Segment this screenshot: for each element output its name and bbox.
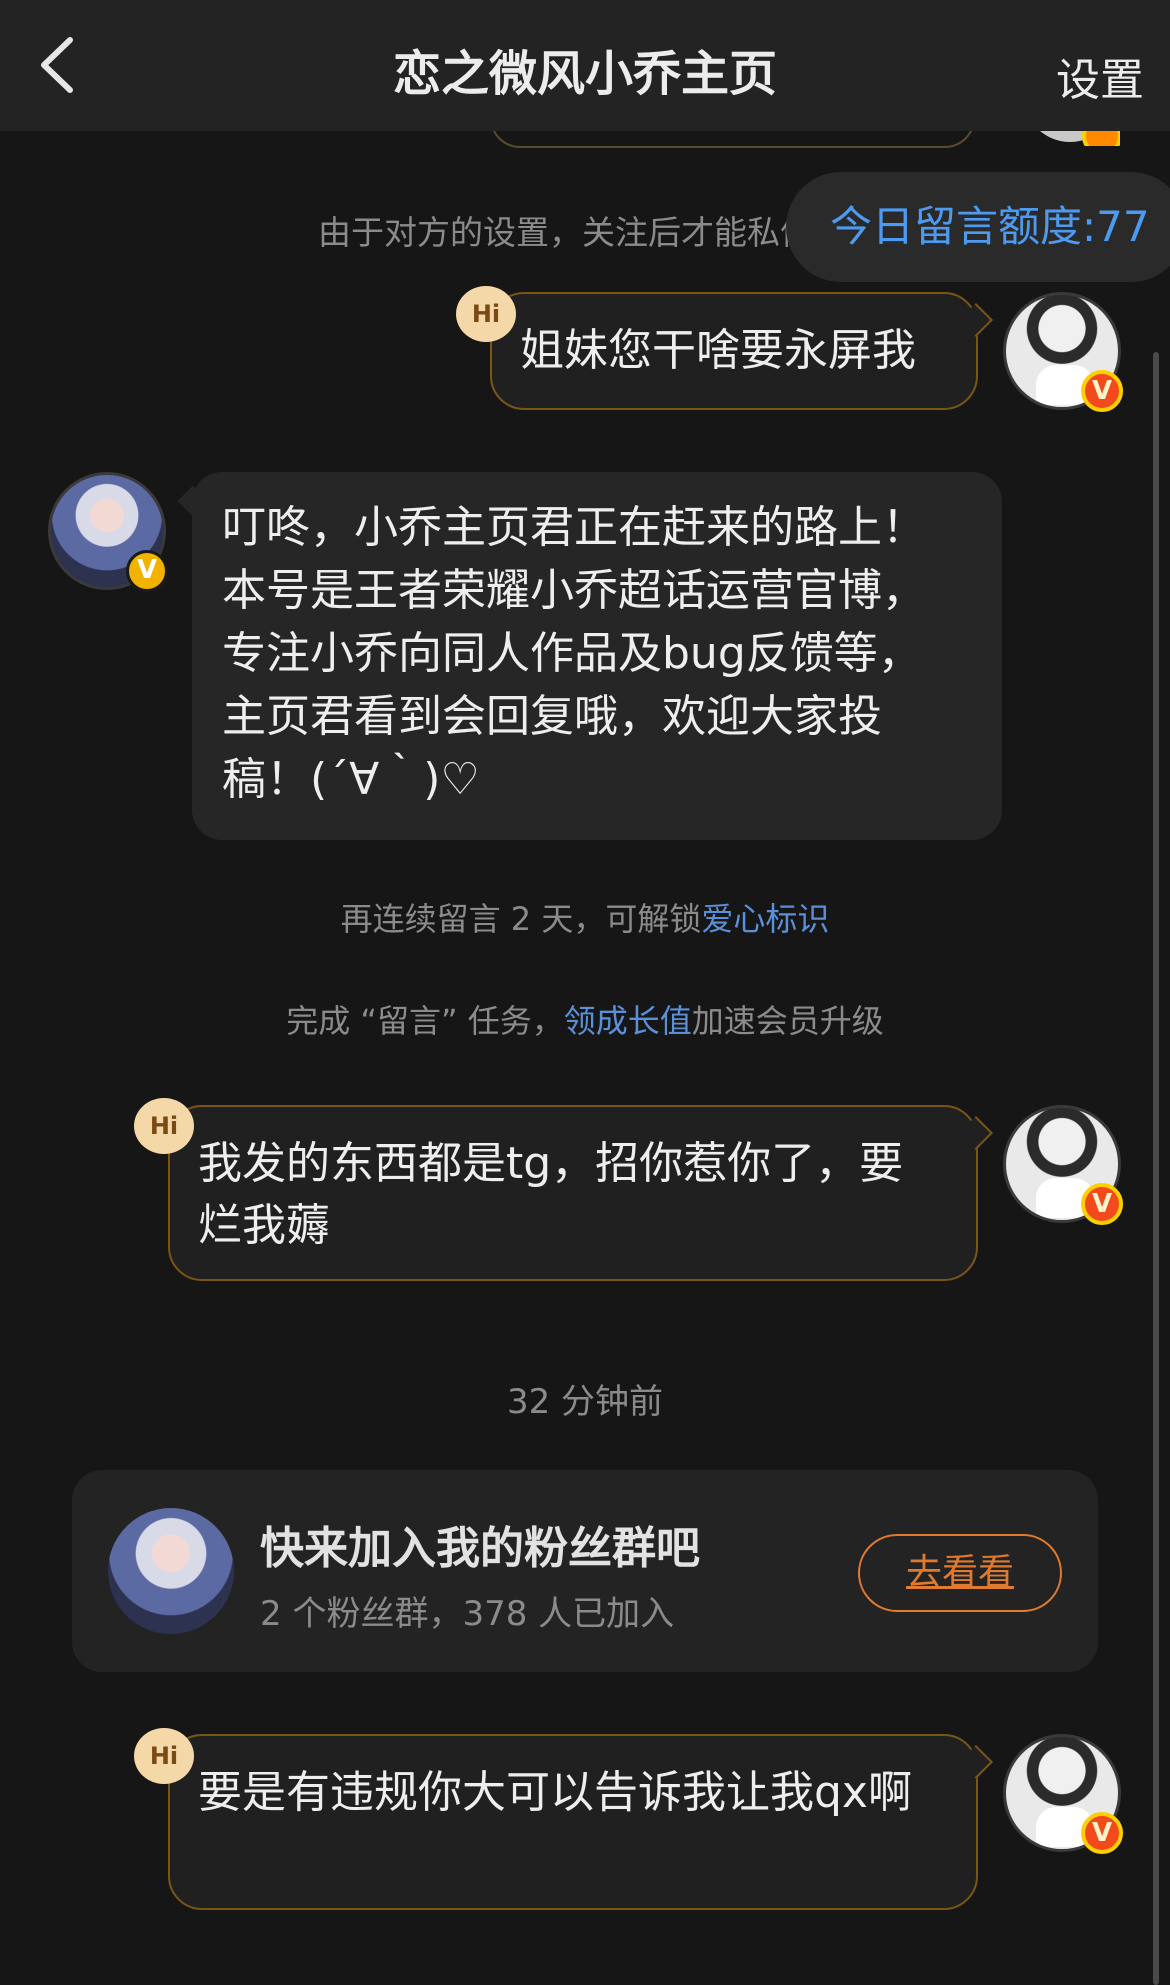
- top-navigation-bar: 恋之微风小乔主页 设置: [0, 0, 1170, 131]
- verified-badge-icon: V: [1081, 370, 1123, 412]
- growth-value-link[interactable]: 领成长值: [564, 1002, 692, 1040]
- fan-group-subtitle: 2 个粉丝群，378 人已加入: [260, 1594, 675, 1634]
- message-text: 要是有违规你大可以告诉我让我qx啊: [198, 1767, 912, 1818]
- hi-sticker-icon: Hi: [134, 1728, 194, 1784]
- sent-message-bubble[interactable]: 要是有违规你大可以告诉我让我qx啊: [168, 1734, 978, 1910]
- fan-group-title: 快来加入我的粉丝群吧: [260, 1523, 700, 1574]
- page-title: 恋之微风小乔主页: [392, 46, 777, 102]
- hi-sticker-icon: Hi: [456, 286, 516, 342]
- message-text: 我发的东西都是tg，招你惹你了，要烂我薅: [198, 1138, 904, 1251]
- heart-badge-link[interactable]: 爱心标识: [701, 900, 829, 938]
- hi-sticker-icon: Hi: [134, 1098, 194, 1154]
- message-quota-badge[interactable]: 今日留言额度:77: [786, 172, 1170, 282]
- settings-button[interactable]: 设置: [1056, 44, 1144, 108]
- verified-badge-icon: V: [126, 550, 168, 592]
- sent-message-bubble[interactable]: 我发的东西都是tg，招你惹你了，要烂我薅: [168, 1105, 978, 1281]
- fan-group-avatar: [108, 1508, 234, 1634]
- view-fan-group-button[interactable]: 去看看: [858, 1534, 1062, 1612]
- verified-badge-icon: V: [1081, 1812, 1123, 1854]
- scrollbar[interactable]: [1153, 352, 1159, 1985]
- streak-hint: 再连续留言 2 天，可解锁爱心标识: [340, 900, 830, 938]
- message-text: 姐妹您干啥要永屏我: [520, 325, 916, 376]
- message-text: 叮咚，小乔主页君正在赶来的路上！本号是王者荣耀小乔超话运营官博，专注小乔向同人作…: [222, 502, 926, 805]
- sent-message-bubble[interactable]: 姐妹您干啥要永屏我: [490, 292, 978, 410]
- received-message-bubble[interactable]: 叮咚，小乔主页君正在赶来的路上！本号是王者荣耀小乔超话运营官博，专注小乔向同人作…: [192, 472, 1002, 840]
- verified-badge-icon: V: [1081, 1183, 1123, 1225]
- message-timestamp: 32 分钟前: [506, 1382, 664, 1422]
- fan-group-card[interactable]: 快来加入我的粉丝群吧 2 个粉丝群，378 人已加入 去看看: [72, 1470, 1098, 1672]
- follow-required-notice: 由于对方的设置，关注后才能私信: [318, 213, 793, 252]
- task-hint: 完成 “留言” 任务，领成长值加速会员升级: [286, 1002, 884, 1040]
